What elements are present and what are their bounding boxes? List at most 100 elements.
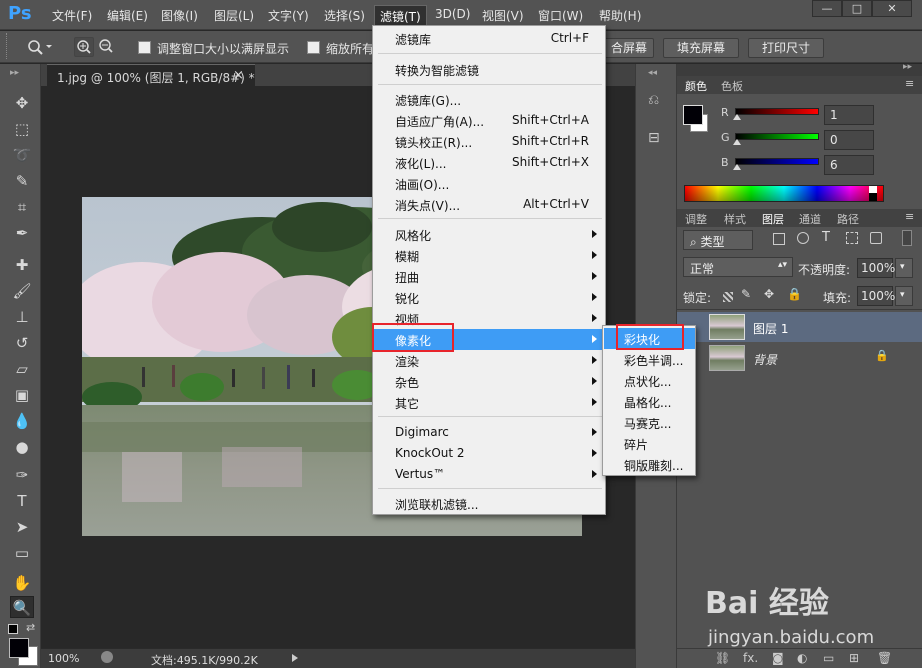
foreground-color-swatch[interactable] xyxy=(9,638,29,658)
channel-b-handle[interactable] xyxy=(733,164,741,170)
tab-adjustments[interactable]: 调整 xyxy=(685,211,707,227)
color-panel-fg-swatch[interactable] xyxy=(683,105,703,125)
properties-panel-icon[interactable]: ⊟ xyxy=(648,130,660,146)
menu-item-digimarc[interactable]: Digimarc xyxy=(374,422,605,443)
channel-r-value[interactable]: 1 xyxy=(824,105,874,125)
menu-item-fragment[interactable]: 碎片 xyxy=(604,433,695,454)
menu-select[interactable]: 选择(S) xyxy=(324,7,365,24)
channel-g-handle[interactable] xyxy=(733,139,741,145)
menu-item-blur[interactable]: 模糊 xyxy=(374,245,605,266)
healing-brush-tool-icon[interactable]: ✚ xyxy=(10,254,34,276)
filter-toggle-switch[interactable] xyxy=(902,230,912,246)
blend-mode-select[interactable]: 正常 ▴▾ xyxy=(683,257,793,277)
channel-r-slider[interactable] xyxy=(735,108,819,115)
crop-tool-icon[interactable]: ⌗ xyxy=(10,196,34,218)
menu-type[interactable]: 文字(Y) xyxy=(268,7,309,24)
channel-r-handle[interactable] xyxy=(733,114,741,120)
color-spectrum-bar[interactable] xyxy=(684,185,884,202)
menu-edit[interactable]: 编辑(E) xyxy=(107,7,148,24)
menu-item-vanishing-point[interactable]: 消失点(V)... Alt+Ctrl+V xyxy=(374,194,605,215)
channel-g-value[interactable]: 0 xyxy=(824,130,874,150)
tab-paths[interactable]: 路径 xyxy=(837,211,859,227)
gradient-tool-icon[interactable]: ▣ xyxy=(10,384,34,406)
pen-tool-icon[interactable]: ✑ xyxy=(10,464,34,486)
menu-item-oil-paint[interactable]: 油画(O)... xyxy=(374,173,605,194)
resize-windows-checkbox[interactable] xyxy=(138,41,151,54)
zoom-tool-icon[interactable]: 🔍 xyxy=(10,596,34,618)
layer-1-name[interactable]: 图层 1 xyxy=(753,320,788,337)
menu-item-convert-smart-filter[interactable]: 转换为智能滤镜 xyxy=(374,59,605,80)
move-tool-icon[interactable]: ✥ xyxy=(10,92,34,114)
eyedropper-tool-icon[interactable]: ✒ xyxy=(10,222,34,244)
minimize-button[interactable]: — xyxy=(812,0,842,17)
rectangle-tool-icon[interactable]: ▭ xyxy=(10,542,34,564)
lock-position-icon[interactable]: ✥ xyxy=(764,287,774,301)
history-brush-tool-icon[interactable]: ↺ xyxy=(10,332,34,354)
status-info-icon[interactable] xyxy=(101,651,113,663)
filter-shape-icon[interactable] xyxy=(846,232,858,244)
zoom-out-button[interactable] xyxy=(97,37,117,57)
menu-item-stylize[interactable]: 风格化 xyxy=(374,224,605,245)
menu-item-distort[interactable]: 扭曲 xyxy=(374,266,605,287)
zoom-in-button[interactable] xyxy=(74,37,94,57)
tab-channels[interactable]: 通道 xyxy=(799,211,821,227)
add-style-button[interactable]: fx. xyxy=(743,651,758,665)
filter-type-icon[interactable]: T xyxy=(822,230,830,245)
blur-tool-icon[interactable]: 💧 xyxy=(10,410,34,432)
layer-row-1[interactable]: 图层 1 xyxy=(677,312,922,342)
dodge-tool-icon[interactable]: ● xyxy=(10,436,34,458)
layer-row-background[interactable]: 背景 🔒 xyxy=(677,343,922,373)
document-tab[interactable]: 1.jpg @ 100% (图层 1, RGB/8#) * × xyxy=(47,64,255,86)
tab-layers[interactable]: 图层 xyxy=(762,211,784,227)
spectrum-black-swatch[interactable] xyxy=(869,193,877,201)
marquee-tool-icon[interactable]: ⬚ xyxy=(10,118,34,140)
new-group-icon[interactable]: ▭ xyxy=(823,651,834,665)
menu-3d[interactable]: 3D(D) xyxy=(435,7,470,21)
eraser-tool-icon[interactable]: ▱ xyxy=(10,358,34,380)
path-selection-tool-icon[interactable]: ➤ xyxy=(10,516,34,538)
channel-b-value[interactable]: 6 xyxy=(824,155,874,175)
lock-transparency-icon[interactable] xyxy=(723,292,733,302)
fill-input[interactable]: 100% xyxy=(857,286,895,306)
menu-help[interactable]: 帮助(H) xyxy=(599,7,641,24)
menu-item-render[interactable]: 渲染 xyxy=(374,350,605,371)
menu-view[interactable]: 视图(V) xyxy=(482,7,524,24)
channel-g-slider[interactable] xyxy=(735,133,819,140)
menu-item-color-halftone[interactable]: 彩色半调... xyxy=(604,349,695,370)
menu-image[interactable]: 图像(I) xyxy=(161,7,198,24)
history-panel-icon[interactable]: ⎌ xyxy=(648,92,659,108)
dock-collapse-icon[interactable]: ◂◂ xyxy=(648,68,657,78)
menu-item-mosaic[interactable]: 马赛克... xyxy=(604,412,695,433)
add-mask-icon[interactable]: ◙ xyxy=(772,651,784,665)
zoom-all-checkbox[interactable] xyxy=(307,41,320,54)
brush-tool-icon[interactable]: 🖌 xyxy=(10,280,34,302)
fill-screen-button[interactable]: 填充屏幕 xyxy=(663,38,739,58)
menu-window[interactable]: 窗口(W) xyxy=(538,7,583,24)
lock-pixels-icon[interactable]: ✎ xyxy=(741,287,751,301)
hand-tool-icon[interactable]: ✋ xyxy=(10,572,34,594)
tab-swatches[interactable]: 色板 xyxy=(721,78,743,94)
close-window-button[interactable]: ✕ xyxy=(872,0,912,17)
quick-selection-tool-icon[interactable]: ✎ xyxy=(10,170,34,192)
menu-item-liquify[interactable]: 液化(L)... Shift+Ctrl+X xyxy=(374,152,605,173)
opacity-slider-button[interactable]: ▾ xyxy=(895,258,913,278)
delete-layer-icon[interactable]: 🗑 xyxy=(877,651,892,665)
layers-panel-menu-icon[interactable]: ≡ xyxy=(905,210,914,223)
type-tool-icon[interactable]: T xyxy=(10,490,34,512)
menu-file[interactable]: 文件(F) xyxy=(52,7,92,24)
toolbox-collapse-icon[interactable]: ▸▸ xyxy=(10,68,19,78)
fill-slider-button[interactable]: ▾ xyxy=(895,286,913,306)
menu-layer[interactable]: 图层(L) xyxy=(214,7,254,24)
filter-smart-object-icon[interactable] xyxy=(870,232,882,244)
background-layer-name[interactable]: 背景 xyxy=(753,351,777,368)
print-size-button[interactable]: 打印尺寸 xyxy=(748,38,824,58)
clone-stamp-tool-icon[interactable]: ⊥ xyxy=(10,306,34,328)
menu-item-browse-filters-online[interactable]: 浏览联机滤镜... xyxy=(374,493,605,514)
zoom-tool-preset-picker[interactable] xyxy=(26,37,52,57)
menu-item-mezzotint[interactable]: 铜版雕刻... xyxy=(604,454,695,475)
menu-item-pointillize[interactable]: 点状化... xyxy=(604,370,695,391)
default-colors-icon[interactable] xyxy=(8,624,18,634)
layer-filter-select[interactable]: ⌕ 类型 xyxy=(683,230,753,250)
panels-collapse-icon[interactable]: ▸▸ xyxy=(903,62,912,72)
channel-b-slider[interactable] xyxy=(735,158,819,165)
